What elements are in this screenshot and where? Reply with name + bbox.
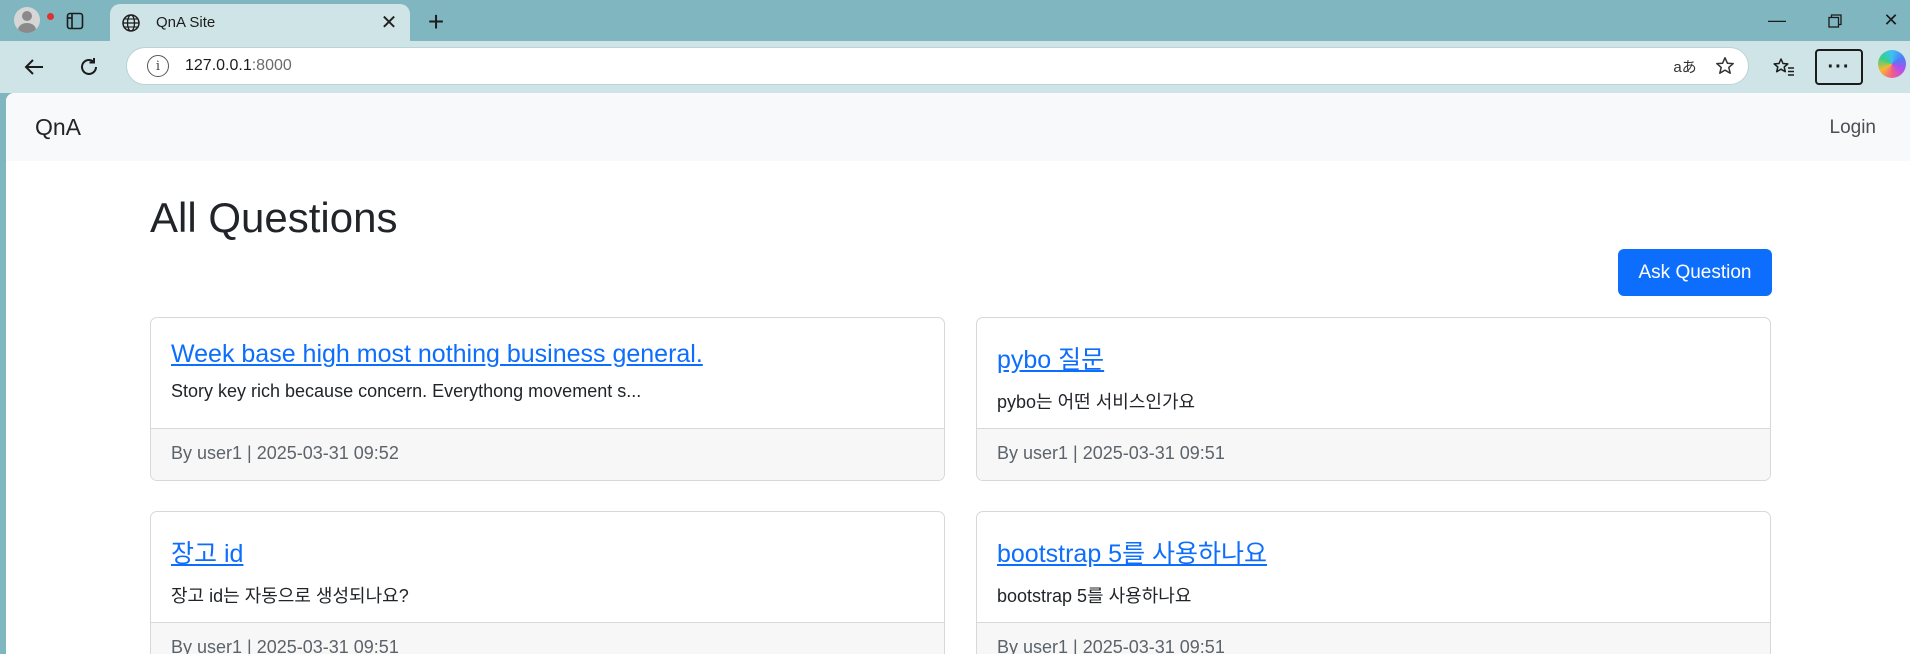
url-text: 127.0.0.1:8000 (185, 57, 292, 74)
browser-tab-strip: QnA Site ✕ + — ✕ (0, 0, 1910, 41)
question-card: Week base high most nothing business gen… (150, 317, 945, 481)
favorites-icon[interactable] (1762, 49, 1806, 85)
read-aloud-icon[interactable]: aあ (1668, 49, 1702, 83)
page-title: All Questions (150, 194, 398, 241)
refresh-icon[interactable] (72, 50, 106, 84)
notification-dot (46, 12, 55, 21)
question-snippet: Story key rich because concern. Everytho… (171, 381, 642, 401)
tab-title: QnA Site (156, 14, 216, 31)
site-navbar: QnA Login (6, 93, 1910, 161)
browser-toolbar: i 127.0.0.1:8000 aあ ··· (0, 41, 1910, 93)
card-body: Week base high most nothing business gen… (151, 318, 944, 428)
new-tab-icon[interactable]: + (420, 6, 452, 38)
question-meta: By user1 | 2025-03-31 09:51 (977, 622, 1770, 654)
profile-avatar[interactable] (12, 6, 42, 34)
favorite-star-icon[interactable] (1708, 49, 1742, 83)
card-body: bootstrap 5를 사용하나요 bootstrap 5를 사용하나요 (977, 512, 1770, 622)
address-bar[interactable]: i 127.0.0.1:8000 aあ (126, 47, 1749, 85)
login-link[interactable]: Login (1830, 117, 1877, 139)
globe-icon (120, 12, 142, 34)
question-title-link[interactable]: pybo 질문 (997, 340, 1750, 376)
question-title-link[interactable]: bootstrap 5를 사용하나요 (997, 534, 1750, 570)
question-meta: By user1 | 2025-03-31 09:51 (977, 428, 1770, 480)
question-meta: By user1 | 2025-03-31 09:52 (151, 428, 944, 480)
page-viewport: QnA Login All Questions Ask Question Wee… (6, 93, 1910, 654)
site-info-icon[interactable]: i (147, 55, 169, 77)
tab-close-icon[interactable]: ✕ (374, 8, 404, 38)
question-card: bootstrap 5를 사용하나요 bootstrap 5를 사용하나요 By… (976, 511, 1771, 654)
question-card: 장고 id 장고 id는 자동으로 생성되나요? By user1 | 2025… (150, 511, 945, 654)
question-meta: By user1 | 2025-03-31 09:51 (151, 622, 944, 654)
profile-icon (14, 7, 40, 33)
copilot-icon[interactable] (1878, 50, 1906, 78)
question-card: pybo 질문 pybo는 어떤 서비스인가요 By user1 | 2025-… (976, 317, 1771, 481)
minimize-icon[interactable]: — (1748, 0, 1806, 41)
question-snippet: pybo는 어떤 서비스인가요 (997, 392, 1196, 412)
question-snippet: 장고 id는 자동으로 생성되나요? (171, 586, 409, 606)
close-window-icon[interactable]: ✕ (1862, 0, 1910, 41)
more-options-icon[interactable]: ··· (1815, 49, 1863, 85)
ask-question-button[interactable]: Ask Question (1618, 249, 1772, 296)
back-arrow-icon[interactable] (17, 50, 51, 84)
card-body: 장고 id 장고 id는 자동으로 생성되나요? (151, 512, 944, 622)
question-title-link[interactable]: Week base high most nothing business gen… (171, 340, 924, 369)
tab-actions-icon[interactable] (62, 8, 88, 34)
question-snippet: bootstrap 5를 사용하나요 (997, 586, 1192, 606)
site-brand-link[interactable]: QnA (35, 114, 81, 141)
question-title-link[interactable]: 장고 id (171, 534, 924, 570)
card-body: pybo 질문 pybo는 어떤 서비스인가요 (977, 318, 1770, 428)
browser-tab-active[interactable]: QnA Site ✕ (110, 4, 410, 41)
restore-icon[interactable] (1806, 0, 1864, 41)
